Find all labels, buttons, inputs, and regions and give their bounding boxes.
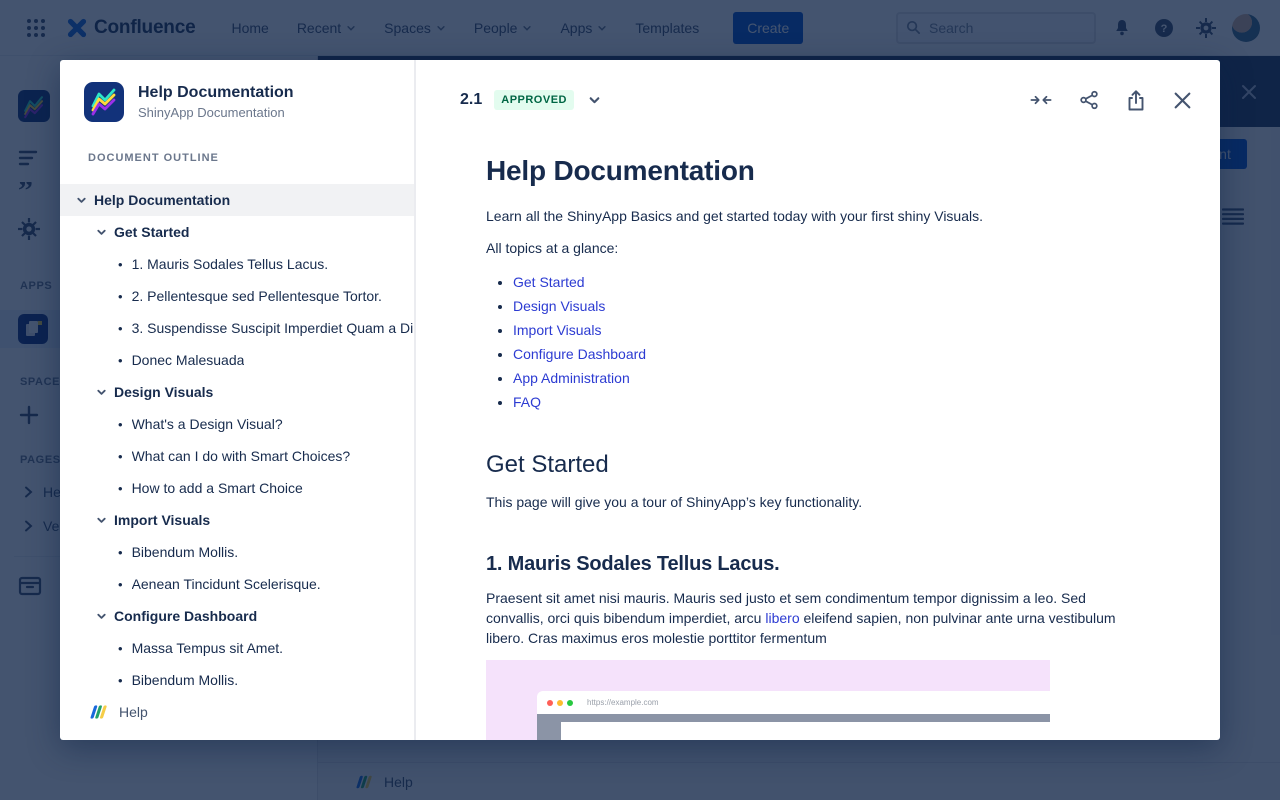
document-outline-panel: Help Documentation ShinyApp Documentatio…	[60, 60, 416, 740]
topic-list-item: Design Visuals	[513, 294, 1135, 318]
outline-item[interactable]: • Design Visuals	[60, 376, 414, 408]
outline-item[interactable]: • Configure Dashboard	[60, 600, 414, 632]
chevron-down-icon[interactable]	[96, 610, 108, 622]
help-doc-modal: Help Documentation ShinyApp Documentatio…	[60, 60, 1220, 740]
screenshot-image: https://example.com	[486, 660, 1050, 740]
topic-link[interactable]: FAQ	[513, 394, 541, 410]
chevron-down-icon[interactable]	[96, 226, 108, 238]
status-badge: APPROVED	[494, 90, 574, 110]
traffic-light-yellow	[557, 700, 563, 706]
modal-subtitle: ShinyApp Documentation	[138, 105, 294, 120]
outline-item[interactable]: • Aenean Tincidunt Scelerisque.	[60, 568, 414, 600]
chevron-down-icon[interactable]	[76, 194, 88, 206]
doc-paragraph: This page will give you a tour of ShinyA…	[486, 492, 1135, 512]
section-heading: Get Started	[486, 450, 1135, 480]
close-icon[interactable]	[1173, 91, 1192, 110]
outline-item[interactable]: • Import Visuals	[60, 504, 414, 536]
topic-list-item: Get Started	[513, 270, 1135, 294]
modal-title: Help Documentation	[138, 84, 294, 102]
outline-item[interactable]: • What's a Design Visual?	[60, 408, 414, 440]
help-slashes-icon	[90, 704, 107, 720]
inline-link[interactable]: libero	[765, 610, 799, 626]
traffic-light-green	[567, 700, 573, 706]
outline-item[interactable]: • How to add a Smart Choice	[60, 472, 414, 504]
bullet-icon: •	[118, 353, 123, 368]
bullet-icon: •	[118, 321, 123, 336]
outline-help-link[interactable]: Help	[60, 690, 414, 740]
topic-link[interactable]: Import Visuals	[513, 322, 601, 338]
browser-mockup: https://example.com	[537, 691, 1050, 740]
outline-item[interactable]: • 3. Suspendisse Suscipit Imperdiet Quam…	[60, 312, 414, 344]
share-icon[interactable]	[1079, 90, 1099, 110]
subsection-heading: 1. Mauris Sodales Tellus Lacus.	[486, 552, 1135, 576]
bullet-icon: •	[118, 673, 123, 688]
screen: Confluence Home Recent	[0, 0, 1280, 800]
topic-link[interactable]: Get Started	[513, 274, 585, 290]
document-header: 2.1 APPROVED	[416, 60, 1220, 130]
topic-link[interactable]: Design Visuals	[513, 298, 605, 314]
bullet-icon: •	[118, 577, 123, 592]
bullet-icon: •	[118, 481, 123, 496]
outline-section-label: DOCUMENT OUTLINE	[88, 152, 414, 164]
topic-list-item: FAQ	[513, 390, 1135, 414]
bullet-icon: •	[118, 545, 123, 560]
topics-list: Get Started Design Visuals Import Visual…	[513, 270, 1135, 414]
topic-list-item: Configure Dashboard	[513, 342, 1135, 366]
outline-item[interactable]: • Help Documentation	[60, 184, 414, 216]
topic-list-item: App Administration	[513, 366, 1135, 390]
chart-app-icon	[84, 82, 124, 122]
topic-list-item: Import Visuals	[513, 318, 1135, 342]
doc-title: Help Documentation	[486, 154, 1135, 188]
traffic-light-red	[547, 700, 553, 706]
bullet-icon: •	[118, 289, 123, 304]
version-number: 2.1	[460, 91, 482, 109]
collapse-icon[interactable]	[1030, 90, 1052, 110]
outline-item[interactable]: • 1. Mauris Sodales Tellus Lacus.	[60, 248, 414, 280]
bullet-icon: •	[118, 449, 123, 464]
outline-item[interactable]: • Get Started	[60, 216, 414, 248]
document-viewer: 2.1 APPROVED	[416, 60, 1220, 740]
topic-link[interactable]: App Administration	[513, 370, 630, 386]
outline-tree: • Help Documentation • Get Started	[60, 184, 414, 690]
document-body: Help Documentation Learn all the ShinyAp…	[416, 154, 1220, 740]
outline-item[interactable]: • 2. Pellentesque sed Pellentesque Torto…	[60, 280, 414, 312]
outline-item[interactable]: • Donec Malesuada	[60, 344, 414, 376]
outline-item[interactable]: • Massa Tempus sit Amet.	[60, 632, 414, 664]
bullet-icon: •	[118, 417, 123, 432]
topic-link[interactable]: Configure Dashboard	[513, 346, 646, 362]
chevron-down-icon[interactable]	[96, 514, 108, 526]
outline-item[interactable]: • Bibendum Mollis.	[60, 664, 414, 690]
export-icon[interactable]	[1126, 90, 1146, 111]
doc-paragraph: All topics at a glance:	[486, 238, 1135, 258]
doc-paragraph: Learn all the ShinyApp Basics and get st…	[486, 206, 1135, 226]
outline-item[interactable]: • Bibendum Mollis.	[60, 536, 414, 568]
bullet-icon: •	[118, 257, 123, 272]
doc-paragraph: Praesent sit amet nisi mauris. Mauris se…	[486, 588, 1135, 648]
chevron-down-icon[interactable]	[96, 386, 108, 398]
outline-item[interactable]: • What can I do with Smart Choices?	[60, 440, 414, 472]
browser-url: https://example.com	[587, 698, 659, 707]
version-dropdown[interactable]	[588, 94, 601, 107]
bullet-icon: •	[118, 641, 123, 656]
